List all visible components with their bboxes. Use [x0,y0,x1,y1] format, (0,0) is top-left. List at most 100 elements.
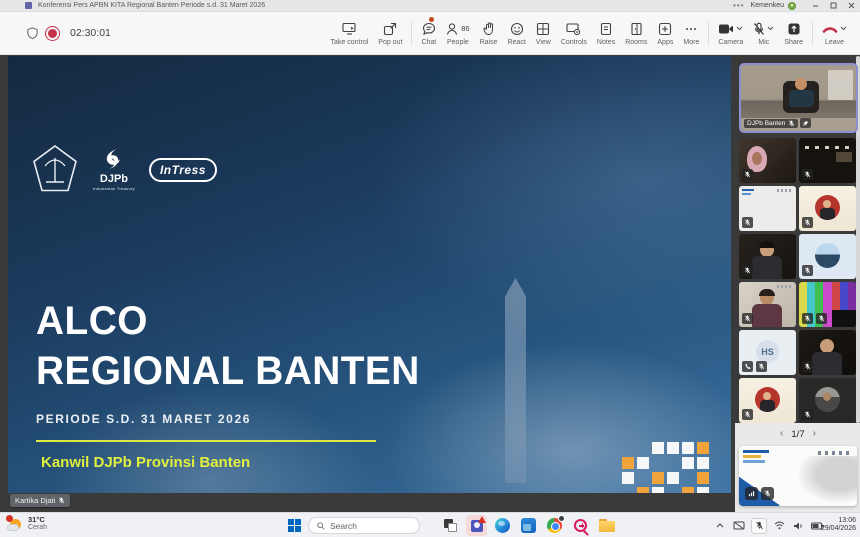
pagination-current: 1/7 [791,429,804,440]
presenter-name-pill[interactable]: Kartika Djati [10,494,70,507]
participant-tile[interactable] [739,234,796,279]
taskbar-search[interactable]: Search [308,517,420,534]
leave-button[interactable]: Leave [817,13,852,53]
mic-muted-icon [753,22,765,36]
view-grid-icon [536,21,550,37]
react-button[interactable]: React [502,13,530,53]
participant-tile[interactable] [739,138,796,183]
camera-button[interactable]: Camera [713,13,748,53]
participant-tile[interactable] [799,138,856,183]
system-tray [713,515,824,536]
tray-expand-chevron-icon[interactable] [713,519,727,533]
participant-tile[interactable] [739,282,796,327]
participant-tile-color-bars[interactable] [799,282,856,327]
titlebar-more-icon[interactable]: ••• [733,3,744,9]
participant-tile[interactable] [739,186,796,231]
chrome-icon[interactable] [544,515,565,536]
leave-call-icon [822,24,838,34]
leave-chevron-icon[interactable] [840,26,847,31]
slide-subtitle: PERIODE S.D. 31 MARET 2026 [36,412,251,426]
speaker-head [795,78,807,90]
more-button[interactable]: More [678,13,704,53]
tray-mic-muted-icon[interactable] [751,518,767,534]
weather-alert-dot [6,515,13,522]
share-icon [787,21,801,37]
toolbar-buttons: Take control Pop out Chat 86 [326,13,852,53]
mic-chevron-icon[interactable] [767,26,774,31]
raise-hand-icon [483,21,495,37]
active-speaker-tile[interactable]: DJPb Banten [739,63,858,133]
take-control-button[interactable]: Take control [326,13,374,53]
phone-icon [744,363,751,370]
participant-tile[interactable] [799,186,856,231]
rooms-button[interactable]: Rooms [620,13,652,53]
participant-tile[interactable] [799,330,856,375]
wifi-icon[interactable] [772,519,786,533]
mic-button[interactable]: Mic [748,13,779,53]
magnifier-icon[interactable] [570,515,591,536]
active-speaker-mic-muted-icon [788,120,795,127]
participant-tile[interactable] [799,234,856,279]
avatar [755,387,780,412]
controls-button[interactable]: Controls [556,13,592,53]
participant-tile[interactable] [739,378,796,423]
slide-logo-row: DJPb Indonesian Treasury InTress [31,144,217,194]
mic-muted-icon [804,267,811,274]
weather-widget[interactable]: 31°C Cerah [6,515,47,533]
participant-tile[interactable] [799,378,856,423]
file-explorer-icon[interactable] [596,515,617,536]
minimize-button[interactable] [806,0,824,12]
account-name[interactable]: Kemenkeu [751,2,784,9]
avatar [815,243,840,268]
slide-highlight-text: Kanwil DJPb Provinsi Banten [41,454,250,471]
recording-timer: 02:30:01 [70,27,111,39]
ceiling-lights [805,146,849,149]
slide-title-line1: ALCO [36,299,148,343]
toolbar-divider [812,21,813,45]
controls-icon [566,21,581,37]
edge-icon[interactable] [492,515,513,536]
camera-chevron-icon[interactable] [736,26,743,31]
maximize-button[interactable] [824,0,842,12]
corner-pixel-pattern [622,442,716,493]
screen-share-preview-tile[interactable] [739,446,857,506]
clock-time: 13:06 [821,517,856,525]
close-button[interactable] [842,0,860,12]
cast-status-icon[interactable] [732,519,746,533]
teams-app-icon [25,2,32,9]
chrome-badge [558,515,565,522]
share-button[interactable]: Share [779,13,808,53]
taskbar-app-icons [440,515,617,536]
pagination-prev-button[interactable]: ‹ [780,429,783,439]
screen: Konferensi Pers APBN KITA Regional Bante… [0,0,860,537]
slide-title-line2: REGIONAL BANTEN [36,349,420,393]
chat-button[interactable]: Chat [416,13,441,53]
pagination-next-button[interactable]: › [813,429,816,439]
weather-icon [6,515,24,533]
signal-icon [748,490,755,497]
speaker-icon[interactable] [791,519,805,533]
blue-app-icon[interactable] [518,515,539,536]
tower-photo-silhouette [505,278,526,483]
shared-screen-slide: DJPb Indonesian Treasury InTress ALCO RE… [8,56,731,493]
more-dots-icon [684,21,698,37]
chat-icon [422,21,436,37]
start-button[interactable] [288,519,301,532]
mic-muted-icon [804,315,811,322]
raise-hand-button[interactable]: Raise [475,13,503,53]
view-button[interactable]: View [531,13,556,53]
notes-icon [600,21,612,37]
mic-muted-icon [744,171,751,178]
apps-button[interactable]: Apps [652,13,678,53]
notes-button[interactable]: Notes [592,13,620,53]
task-view-icon[interactable] [440,515,461,536]
people-icon: 86 [446,21,469,37]
windows-taskbar: 31°C Cerah Search 13:06 [0,512,860,537]
teams-taskbar-icon[interactable] [466,515,487,536]
participant-tile[interactable]: HS [739,330,796,375]
taskbar-clock[interactable]: 13:06 29/04/2026 [821,517,856,533]
pop-out-button[interactable]: Pop out [373,13,407,53]
account-avatar[interactable] [788,2,796,10]
people-button[interactable]: 86 People [441,13,474,53]
recording-indicator: 02:30:01 [26,26,111,40]
